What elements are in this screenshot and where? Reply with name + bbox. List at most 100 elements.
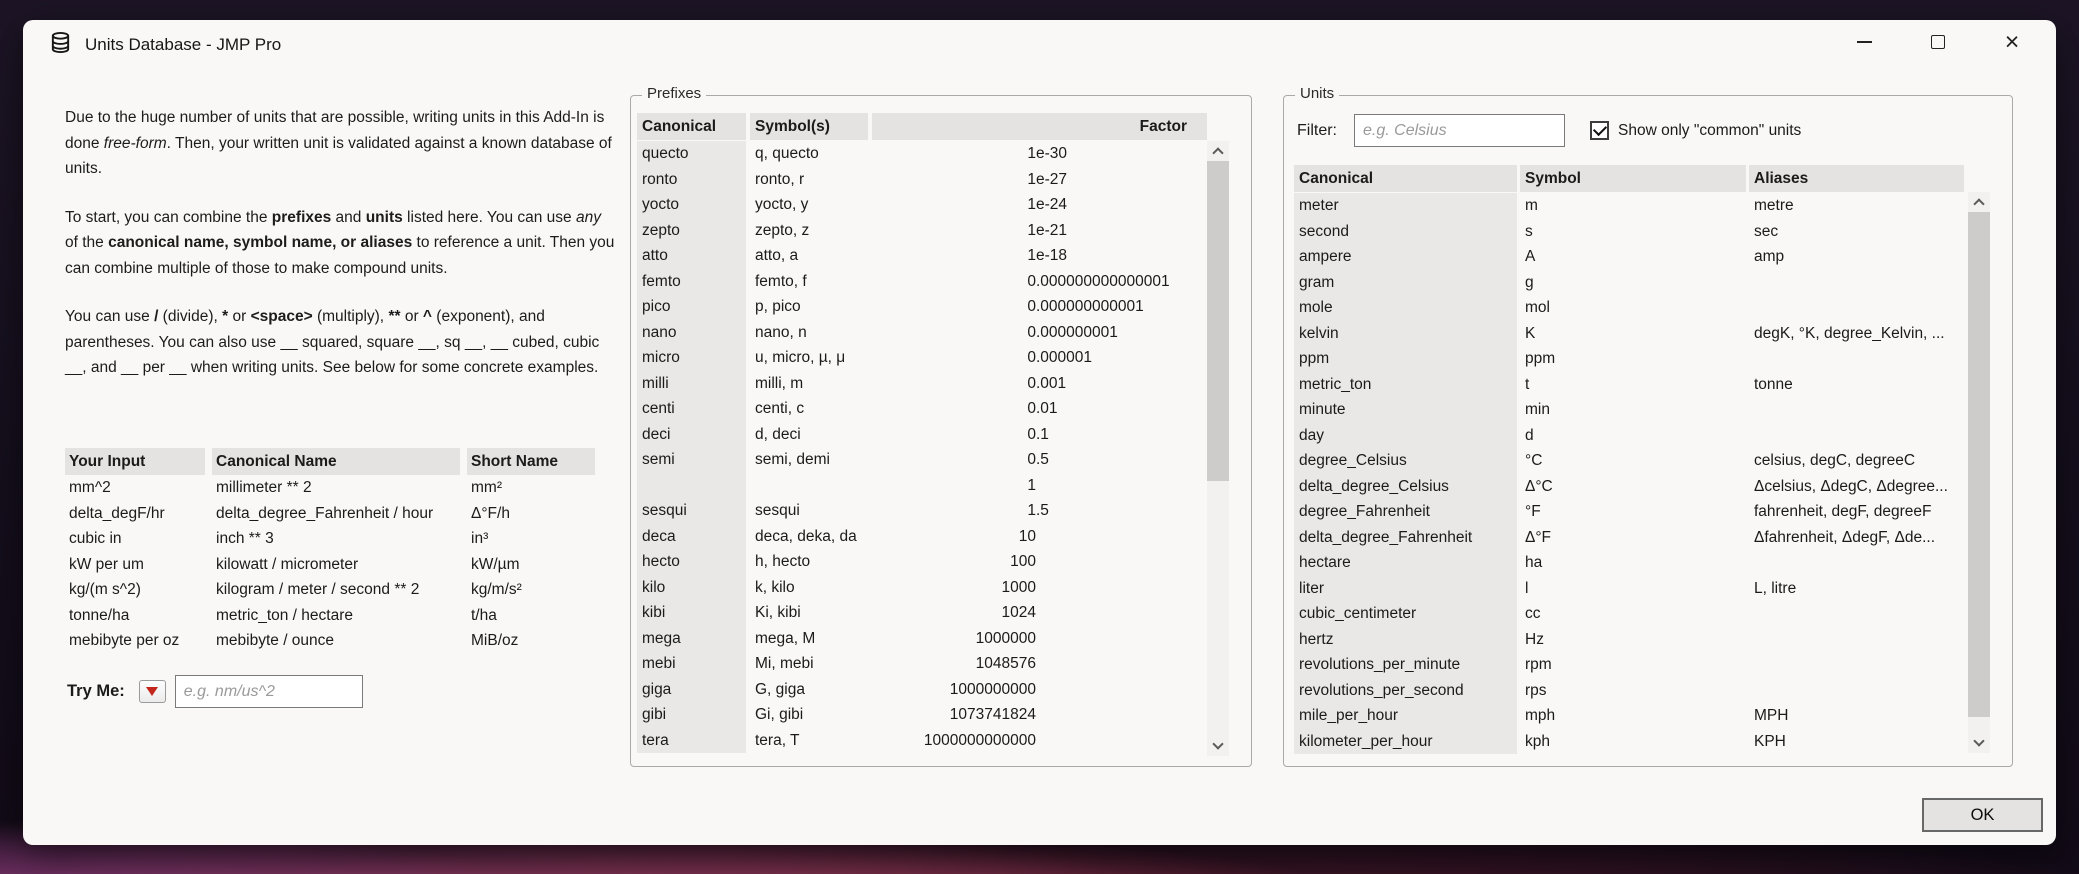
- unit-row[interactable]: kilometer_per_hour kph KPH: [1294, 728, 1964, 754]
- unit-row[interactable]: meter m metre: [1294, 193, 1964, 219]
- unit-row[interactable]: cubic_centimeter cc: [1294, 601, 1964, 627]
- prefix-row[interactable]: centi centi, c 0.01: [637, 396, 1207, 422]
- units-header-symbol: Symbol: [1520, 165, 1746, 192]
- prefix-row[interactable]: deca deca, deka, da 10: [637, 523, 1207, 549]
- unit-aliases: celsius, degC, degreeC: [1754, 452, 1916, 469]
- prefix-row[interactable]: pico p, pico 0.000000000001: [637, 294, 1207, 320]
- prefix-factor: 0.000000000001: [1027, 298, 1144, 315]
- window-controls: ×: [1850, 20, 2026, 64]
- show-common-units-checkbox[interactable]: [1590, 121, 1609, 140]
- prefixes-scrollbar-thumb[interactable]: [1207, 161, 1229, 481]
- units-group-label: Units: [1295, 85, 1340, 102]
- examples-table-header: Your Input Canonical Name Short Name: [65, 448, 595, 475]
- unit-row[interactable]: day d: [1294, 422, 1964, 448]
- prefix-row[interactable]: tera tera, T 1000000000000: [637, 727, 1207, 753]
- unit-row[interactable]: ppm ppm: [1294, 346, 1964, 372]
- prefix-row[interactable]: 1: [637, 472, 1207, 498]
- unit-row[interactable]: liter l L, litre: [1294, 575, 1964, 601]
- prefix-row[interactable]: femto femto, f 0.000000000000001: [637, 268, 1207, 294]
- unit-symbol: Δ°C: [1525, 477, 1553, 495]
- prefix-row[interactable]: atto atto, a 1 e-18: [637, 243, 1207, 269]
- unit-canonical: meter: [1294, 193, 1517, 219]
- prefix-row[interactable]: kilo k, kilo 1000: [637, 574, 1207, 600]
- unit-row[interactable]: delta_degree_Celsius Δ°C Δcelsius, ΔdegC, …: [1294, 473, 1964, 499]
- prefix-row[interactable]: yocto yocto, y 1 e-24: [637, 192, 1207, 218]
- close-button[interactable]: ×: [1998, 28, 2026, 56]
- prefix-row[interactable]: mega mega, M 1000000: [637, 625, 1207, 651]
- ok-button[interactable]: OK: [1922, 798, 2043, 832]
- unit-row[interactable]: ampere Aamp: [1294, 244, 1964, 270]
- minimize-button[interactable]: [1850, 28, 1878, 56]
- units-scrollbar[interactable]: [1968, 192, 1990, 753]
- units-scroll-down-button[interactable]: [1968, 733, 1990, 753]
- try-me-history-button[interactable]: [138, 680, 166, 703]
- unit-row[interactable]: kelvin KdegK, °K, degree_Kelvin, ...: [1294, 320, 1964, 346]
- desktop: { "window": { "title": "Units Database -…: [0, 0, 2079, 874]
- prefix-row[interactable]: sesqui sesqui 1.5: [637, 498, 1207, 524]
- maximize-button[interactable]: [1924, 28, 1952, 56]
- try-me-label: Try Me:: [67, 682, 125, 700]
- prefix-row[interactable]: mebi Mi, mebi 1048576: [637, 651, 1207, 677]
- unit-row[interactable]: revolutions_per_minute rpm: [1294, 652, 1964, 678]
- prefixes-scroll-up-button[interactable]: [1207, 141, 1229, 161]
- unit-canonical: hectare: [1294, 550, 1517, 576]
- units-group: Units Filter: Show only "common" units C…: [1283, 85, 2013, 767]
- prefix-factor: 0.000000000000001: [1027, 272, 1170, 290]
- prefixes-header-canonical: Canonical: [637, 113, 746, 140]
- unit-row[interactable]: mile_per_hour mph MPH: [1294, 703, 1964, 729]
- prefix-row[interactable]: milli milli, m 0.001: [637, 370, 1207, 396]
- prefix-row[interactable]: semi semi, demi 0.5: [637, 447, 1207, 473]
- prefixes-table-body: quecto q, quecto 1 e-30 ronto ronto, r 1 e-27 yo…: [637, 141, 1207, 753]
- example-short-name: Δ°F/h: [471, 504, 510, 522]
- unit-row[interactable]: degree_Celsius °C celsius, degC, degreeC: [1294, 448, 1964, 474]
- unit-row[interactable]: second s sec: [1294, 218, 1964, 244]
- prefix-row[interactable]: zepto zepto, z 1 e-21: [637, 217, 1207, 243]
- prefixes-scrollbar[interactable]: [1207, 141, 1229, 756]
- units-scroll-up-button[interactable]: [1968, 192, 1990, 212]
- prefix-canonical: pico: [637, 294, 746, 320]
- prefix-canonical: kibi: [637, 600, 746, 626]
- prefix-row[interactable]: giga G, giga 1000000000: [637, 676, 1207, 702]
- prefixes-scroll-down-button[interactable]: [1207, 736, 1229, 756]
- unit-row[interactable]: delta_degree_Fahrenheit Δ°F Δfahrenheit, Δ…: [1294, 524, 1964, 550]
- unit-symbol: °F: [1525, 503, 1541, 520]
- unit-row[interactable]: hectare ha: [1294, 550, 1964, 576]
- unit-aliases: [1749, 678, 1964, 704]
- unit-row[interactable]: minute min: [1294, 397, 1964, 423]
- units-scrollbar-thumb[interactable]: [1968, 212, 1990, 717]
- example-canonical-name: kilogram / meter / second ** 2: [216, 581, 420, 598]
- prefix-row[interactable]: kibi Ki, kibi 1024: [637, 600, 1207, 626]
- unit-row[interactable]: hertz Hz: [1294, 626, 1964, 652]
- unit-row[interactable]: gram g: [1294, 269, 1964, 296]
- unit-aliases: fahrenheit, degF, degreeF: [1754, 503, 1932, 520]
- prefix-factor: 1000000000000: [923, 731, 1036, 749]
- prefix-symbols: yocto, y: [755, 196, 809, 213]
- prefix-factor: 10: [1018, 527, 1036, 545]
- filter-input[interactable]: [1354, 114, 1565, 147]
- prefix-symbols: q, quecto: [755, 145, 819, 162]
- unit-aliases: [1749, 550, 1964, 576]
- prefix-symbols: p, pico: [755, 298, 801, 315]
- prefix-row[interactable]: deci d, deci 0.1: [637, 421, 1207, 447]
- try-me-input[interactable]: [174, 675, 363, 708]
- unit-aliases: [1749, 270, 1964, 296]
- prefix-factor: 0.01: [1027, 400, 1058, 417]
- prefix-row[interactable]: ronto ronto, r 1 e-27: [637, 166, 1207, 192]
- prefix-factor: 1000000000: [949, 680, 1036, 698]
- unit-row[interactable]: revolutions_per_second rps: [1294, 677, 1964, 704]
- prefix-row[interactable]: micro u, micro, µ, μ 0.000001: [637, 345, 1207, 371]
- maximize-icon: [1931, 35, 1945, 49]
- prefix-symbols: sesqui: [755, 502, 800, 519]
- unit-aliases: [1749, 601, 1964, 627]
- prefix-factor: 1 e-24: [1027, 196, 1068, 213]
- unit-row[interactable]: metric_ton t tonne: [1294, 371, 1964, 397]
- prefix-canonical: mebi: [637, 651, 746, 677]
- unit-row[interactable]: mole mol: [1294, 295, 1964, 321]
- prefix-row[interactable]: nano nano, n 0.000000001: [637, 319, 1207, 345]
- unit-row[interactable]: degree_Fahrenheit °F fahrenheit, degF, deg…: [1294, 499, 1964, 525]
- unit-canonical: mole: [1294, 295, 1517, 321]
- prefix-row[interactable]: quecto q, quecto 1 e-30: [637, 141, 1207, 167]
- prefix-canonical: kilo: [637, 574, 746, 600]
- prefix-row[interactable]: hecto h, hecto 100: [637, 549, 1207, 575]
- prefix-row[interactable]: gibi Gi, gibi 1073741824: [637, 702, 1207, 728]
